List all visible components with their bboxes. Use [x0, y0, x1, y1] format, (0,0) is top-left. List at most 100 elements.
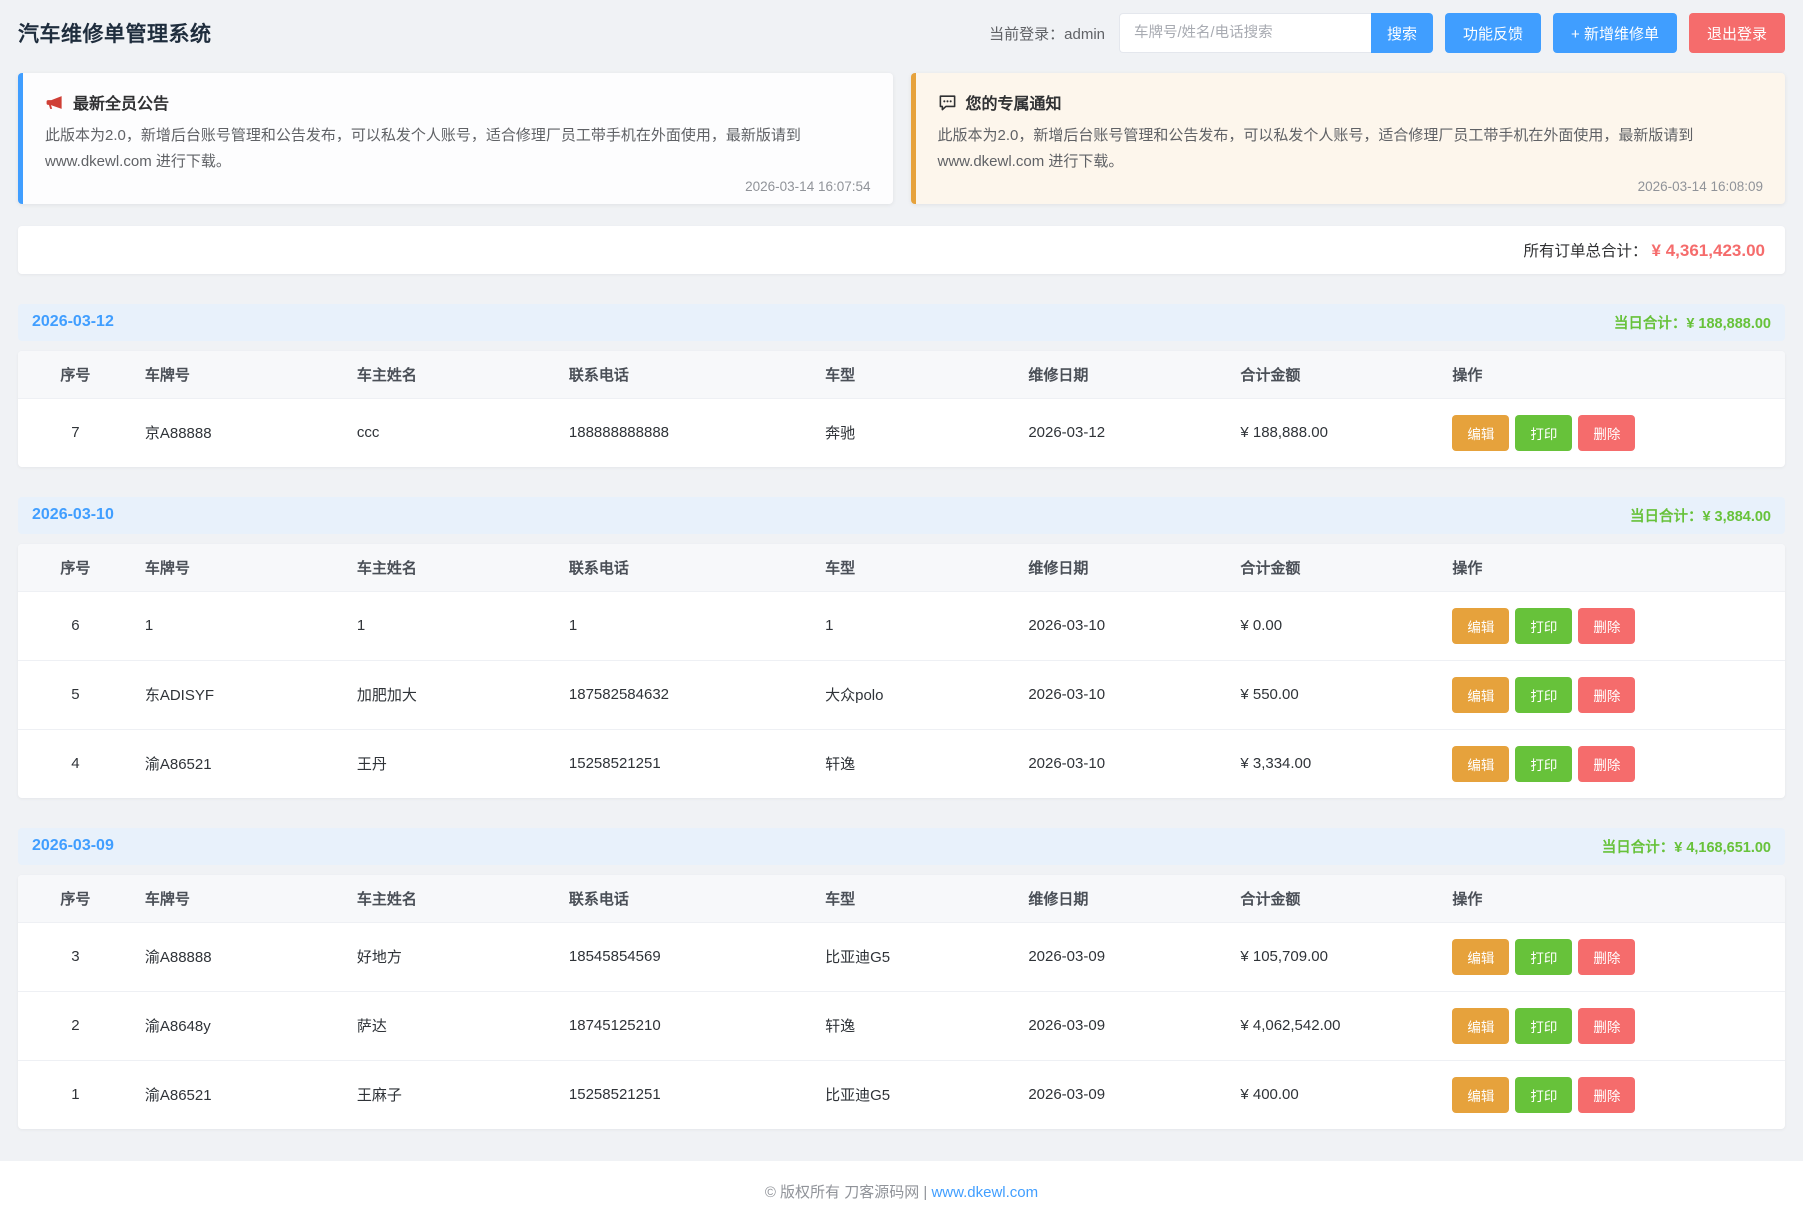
order-cell: 大众polo	[813, 660, 1016, 729]
order-cell: 2026-03-09	[1016, 922, 1228, 991]
column-header: 联系电话	[557, 875, 813, 923]
delete-button[interactable]: 删除	[1578, 677, 1635, 713]
order-actions-cell: 编辑打印删除	[1440, 660, 1785, 729]
order-cell: ¥ 0.00	[1228, 591, 1440, 660]
column-header: 操作	[1440, 351, 1785, 399]
print-button[interactable]: 打印	[1515, 677, 1572, 713]
order-cell: 1	[18, 1060, 133, 1129]
order-cell: 王丹	[345, 729, 557, 798]
header-actions: 当前登录：admin 搜索 功能反馈 + 新增维修单 退出登录	[989, 13, 1785, 53]
table-header-row: 序号车牌号车主姓名联系电话车型维修日期合计金额操作	[18, 875, 1785, 923]
day-date: 2026-03-09	[32, 837, 114, 855]
order-cell: ¥ 4,062,542.00	[1228, 991, 1440, 1060]
day-header: 2026-03-10当日合计：¥ 3,884.00	[18, 497, 1785, 534]
orders-total-label: 所有订单总合计：	[1524, 243, 1648, 260]
day-total: 当日合计：¥ 188,888.00	[1614, 312, 1771, 333]
logout-button[interactable]: 退出登录	[1689, 13, 1785, 53]
order-cell: 2026-03-10	[1016, 660, 1228, 729]
search-button[interactable]: 搜索	[1371, 13, 1433, 53]
column-header: 操作	[1440, 544, 1785, 592]
day-header: 2026-03-12当日合计：¥ 188,888.00	[18, 304, 1785, 341]
day-header: 2026-03-09当日合计：¥ 4,168,651.00	[18, 828, 1785, 865]
edit-button[interactable]: 编辑	[1452, 608, 1509, 644]
app-header: 汽车维修单管理系统 当前登录：admin 搜索 功能反馈 + 新增维修单 退出登…	[0, 0, 1803, 63]
delete-button[interactable]: 删除	[1578, 1077, 1635, 1113]
column-header: 序号	[18, 875, 133, 923]
order-cell: 2026-03-09	[1016, 991, 1228, 1060]
order-cell: ¥ 3,334.00	[1228, 729, 1440, 798]
orders-table-card: 序号车牌号车主姓名联系电话车型维修日期合计金额操作611112026-03-10…	[18, 544, 1785, 798]
orders-table: 序号车牌号车主姓名联系电话车型维修日期合计金额操作611112026-03-10…	[18, 544, 1785, 798]
edit-button[interactable]: 编辑	[1452, 1077, 1509, 1113]
column-header: 车型	[813, 875, 1016, 923]
day-total: 当日合计：¥ 3,884.00	[1630, 505, 1771, 526]
print-button[interactable]: 打印	[1515, 608, 1572, 644]
column-header: 序号	[18, 544, 133, 592]
personal-notice-title: 您的专属通知	[966, 90, 1062, 114]
order-cell: 王麻子	[345, 1060, 557, 1129]
order-row: 4渝A86521王丹15258521251轩逸2026-03-10¥ 3,334…	[18, 729, 1785, 798]
edit-button[interactable]: 编辑	[1452, 415, 1509, 451]
delete-button[interactable]: 删除	[1578, 608, 1635, 644]
order-cell: 3	[18, 922, 133, 991]
print-button[interactable]: 打印	[1515, 1077, 1572, 1113]
print-button[interactable]: 打印	[1515, 746, 1572, 782]
day-section: 2026-03-09当日合计：¥ 4,168,651.00 序号车牌号车主姓名联系…	[18, 828, 1785, 1129]
order-row: 611112026-03-10¥ 0.00编辑打印删除	[18, 591, 1785, 660]
order-cell: 加肥加大	[345, 660, 557, 729]
search-input[interactable]	[1119, 13, 1371, 53]
delete-button[interactable]: 删除	[1578, 939, 1635, 975]
edit-button[interactable]: 编辑	[1452, 746, 1509, 782]
order-cell: 东ADISYF	[133, 660, 345, 729]
login-status: 当前登录：admin	[989, 23, 1105, 44]
order-row: 3渝A88888好地方18545854569比亚迪G52026-03-09¥ 1…	[18, 922, 1785, 991]
feedback-button[interactable]: 功能反馈	[1445, 13, 1541, 53]
delete-button[interactable]: 删除	[1578, 746, 1635, 782]
delete-button[interactable]: 删除	[1578, 1008, 1635, 1044]
orders-total-bar: 所有订单总合计：¥ 4,361,423.00	[18, 226, 1785, 274]
announcement-card-header: 最新全员公告	[45, 90, 871, 114]
order-actions-cell: 编辑打印删除	[1440, 398, 1785, 467]
order-actions-cell: 编辑打印删除	[1440, 591, 1785, 660]
personal-notice-body: 此版本为2.0，新增后台账号管理和公告发布，可以私发个人账号，适合修理厂员工带手…	[938, 123, 1764, 175]
order-cell: ¥ 105,709.00	[1228, 922, 1440, 991]
order-actions-cell: 编辑打印删除	[1440, 1060, 1785, 1129]
announcement-body: 此版本为2.0，新增后台账号管理和公告发布，可以私发个人账号，适合修理厂员工带手…	[45, 123, 871, 175]
column-header: 操作	[1440, 875, 1785, 923]
edit-button[interactable]: 编辑	[1452, 677, 1509, 713]
order-cell: 5	[18, 660, 133, 729]
chat-bubble-icon	[938, 93, 957, 112]
edit-button[interactable]: 编辑	[1452, 939, 1509, 975]
order-cell: 1	[813, 591, 1016, 660]
order-cell: 2026-03-12	[1016, 398, 1228, 467]
column-header: 车牌号	[133, 351, 345, 399]
print-button[interactable]: 打印	[1515, 1008, 1572, 1044]
footer-link[interactable]: www.dkewl.com	[931, 1184, 1038, 1201]
column-header: 合计金额	[1228, 544, 1440, 592]
column-header: 车牌号	[133, 544, 345, 592]
order-cell: 渝A88888	[133, 922, 345, 991]
table-header-row: 序号车牌号车主姓名联系电话车型维修日期合计金额操作	[18, 544, 1785, 592]
print-button[interactable]: 打印	[1515, 939, 1572, 975]
print-button[interactable]: 打印	[1515, 415, 1572, 451]
order-cell: 2026-03-10	[1016, 591, 1228, 660]
order-cell: ¥ 188,888.00	[1228, 398, 1440, 467]
order-row: 2渝A8648y萨达18745125210轩逸2026-03-09¥ 4,062…	[18, 991, 1785, 1060]
column-header: 车主姓名	[345, 875, 557, 923]
orders-table: 序号车牌号车主姓名联系电话车型维修日期合计金额操作3渝A88888好地方1854…	[18, 875, 1785, 1129]
delete-button[interactable]: 删除	[1578, 415, 1635, 451]
day-section: 2026-03-10当日合计：¥ 3,884.00序号车牌号车主姓名联系电话车型…	[18, 497, 1785, 798]
column-header: 车主姓名	[345, 544, 557, 592]
orders-total-amount: ¥ 4,361,423.00	[1652, 241, 1765, 260]
search-group: 搜索	[1119, 13, 1433, 53]
order-cell: 渝A8648y	[133, 991, 345, 1060]
add-repair-order-button[interactable]: + 新增维修单	[1553, 13, 1677, 53]
orders-table-card: 序号车牌号车主姓名联系电话车型维修日期合计金额操作3渝A88888好地方1854…	[18, 875, 1785, 1129]
edit-button[interactable]: 编辑	[1452, 1008, 1509, 1044]
order-cell: 1	[133, 591, 345, 660]
column-header: 维修日期	[1016, 875, 1228, 923]
table-header-row: 序号车牌号车主姓名联系电话车型维修日期合计金额操作	[18, 351, 1785, 399]
order-cell: 2	[18, 991, 133, 1060]
personal-notice-card: 您的专属通知 此版本为2.0，新增后台账号管理和公告发布，可以私发个人账号，适合…	[911, 73, 1786, 204]
order-cell: 好地方	[345, 922, 557, 991]
